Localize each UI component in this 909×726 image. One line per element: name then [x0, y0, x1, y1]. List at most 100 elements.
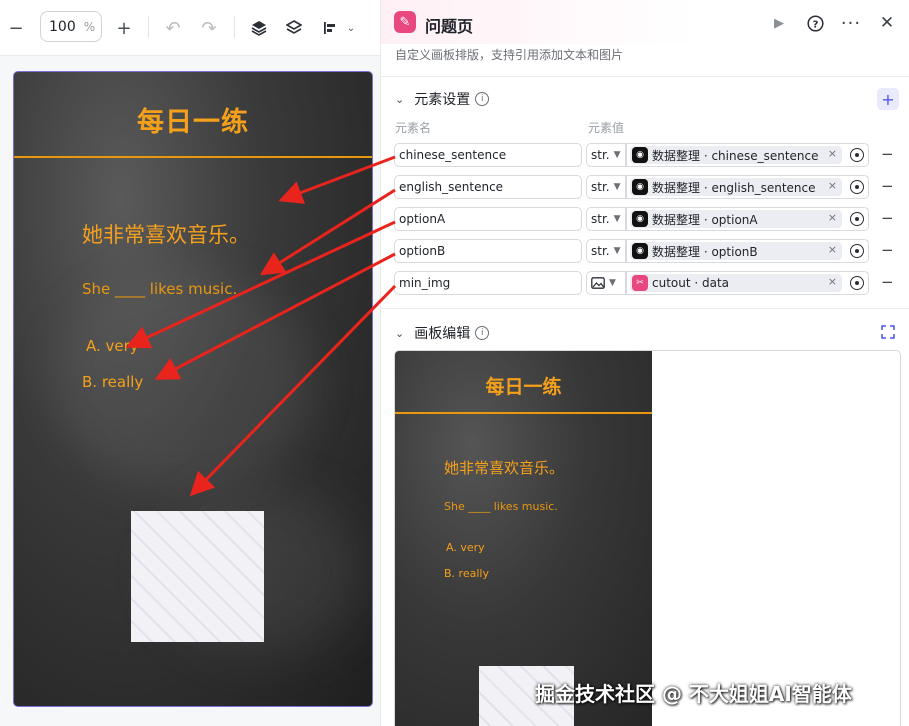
more-icon[interactable]: ··· — [840, 12, 862, 34]
preview-title: 每日一练 — [485, 376, 562, 398]
type-select[interactable]: str. ▼ — [586, 175, 626, 199]
chevron-down-icon[interactable]: ⌄ — [344, 14, 358, 42]
remove-icon[interactable]: × — [828, 211, 837, 224]
zoom-value: 100 — [49, 18, 76, 35]
element-name-input[interactable] — [394, 175, 582, 199]
zoom-unit: % — [83, 19, 96, 34]
target-icon[interactable] — [850, 148, 864, 162]
add-element-button[interactable]: + — [877, 88, 899, 110]
redo-icon[interactable]: ↷ — [198, 14, 220, 42]
canvas-preview[interactable]: 每日一练 她非常喜欢音乐。 She ____ likes music. A. v… — [394, 350, 901, 726]
canvas-section-header[interactable]: ⌄ 画板编辑 i — [395, 323, 490, 343]
reference-chip[interactable]: ◉ 数据整理 · chinese_sentence × — [630, 146, 842, 164]
image-placeholder[interactable] — [131, 511, 264, 642]
chevron-down-icon: ▼ — [609, 278, 616, 288]
canvas-editor: − 100 % + ↶ ↷ ⌄ 每日一练 她非常喜欢音乐。 She ____ l… — [0, 0, 380, 726]
play-icon[interactable]: ▶ — [768, 12, 790, 34]
info-icon[interactable]: i — [475, 92, 490, 106]
target-icon[interactable] — [850, 244, 864, 258]
reference-chip[interactable]: ◉ 数据整理 · optionA × — [630, 210, 842, 228]
canvas-option-b[interactable]: B. really — [82, 373, 143, 391]
zoom-out-button[interactable]: − — [6, 14, 26, 42]
node-icon: ◉ — [632, 243, 648, 259]
element-name-input[interactable] — [394, 207, 582, 231]
element-row: str.▼ ◉数据整理 · chinese_sentence× − — [381, 143, 909, 167]
edit-note-icon: ✎ — [394, 11, 416, 33]
remove-icon[interactable]: × — [828, 179, 837, 192]
remove-row-button[interactable]: − — [881, 273, 894, 291]
element-name-input[interactable] — [394, 143, 582, 167]
type-select[interactable]: ▼ — [586, 271, 626, 295]
section-title: 画板编辑 — [414, 326, 471, 342]
preview-option-a: A. very — [446, 541, 485, 554]
zoom-in-button[interactable]: + — [114, 14, 134, 42]
remove-row-button[interactable]: − — [881, 241, 894, 259]
preview-artboard: 每日一练 她非常喜欢音乐。 She ____ likes music. A. v… — [395, 351, 652, 726]
preview-english-sentence: She ____ likes music. — [444, 500, 558, 513]
image-type-icon — [591, 277, 605, 289]
remove-row-button[interactable]: − — [881, 209, 894, 227]
type-select[interactable]: str. ▼ — [586, 143, 626, 167]
reference-chip[interactable]: ✂ cutout · data × — [630, 274, 842, 292]
zoom-input[interactable]: 100 % — [40, 11, 102, 42]
reference-field[interactable]: ◉ 数据整理 · chinese_sentence × — [626, 143, 869, 167]
target-icon[interactable] — [850, 180, 864, 194]
column-header-value: 元素值 — [588, 121, 625, 135]
element-name-input[interactable] — [394, 271, 582, 295]
editor-toolbar: − 100 % + ↶ ↷ ⌄ — [0, 0, 380, 56]
canvas-english-sentence[interactable]: She ____ likes music. — [82, 280, 237, 298]
remove-row-button[interactable]: − — [881, 177, 894, 195]
canvas-chinese-sentence[interactable]: 她非常喜欢音乐。 — [82, 219, 250, 249]
info-icon[interactable]: i — [475, 326, 490, 340]
target-icon[interactable] — [850, 276, 864, 290]
reference-chip[interactable]: ◉ 数据整理 · english_sentence × — [630, 178, 842, 196]
reference-field[interactable]: ✂ cutout · data × — [626, 271, 869, 295]
undo-icon[interactable]: ↶ — [162, 14, 184, 42]
send-back-icon[interactable] — [283, 14, 305, 42]
divider — [381, 308, 909, 309]
elements-section-header[interactable]: ⌄ 元素设置 i — [395, 89, 490, 109]
chevron-down-icon: ▼ — [613, 182, 621, 192]
reference-field[interactable]: ◉ 数据整理 · optionB × — [626, 239, 869, 263]
close-icon[interactable]: ✕ — [876, 12, 898, 34]
reference-field[interactable]: ◉ 数据整理 · english_sentence × — [626, 175, 869, 199]
target-icon[interactable] — [850, 212, 864, 226]
node-icon: ◉ — [632, 211, 648, 227]
divider — [381, 76, 909, 77]
chevron-down-icon: ▼ — [613, 150, 621, 160]
element-row: str.▼ ◉数据整理 · optionB× − — [381, 239, 909, 263]
column-header-name: 元素名 — [395, 121, 432, 135]
chevron-down-icon: ▼ — [613, 246, 621, 256]
remove-row-button[interactable]: − — [881, 145, 894, 163]
preview-chinese-sentence: 她非常喜欢音乐。 — [444, 459, 565, 477]
element-row: str.▼ ◉数据整理 · optionA× − — [381, 207, 909, 231]
type-select[interactable]: str. ▼ — [586, 239, 626, 263]
canvas-title[interactable]: 每日一练 — [14, 100, 372, 139]
reference-chip[interactable]: ◉ 数据整理 · optionB × — [630, 242, 842, 260]
svg-text:?: ? — [812, 19, 818, 30]
canvas-option-a[interactable]: A. very — [86, 337, 139, 355]
preview-underline — [395, 412, 652, 414]
remove-icon[interactable]: × — [828, 147, 837, 160]
reference-field[interactable]: ◉ 数据整理 · optionA × — [626, 207, 869, 231]
section-title: 元素设置 — [414, 92, 471, 108]
toolbar-divider — [234, 16, 235, 38]
canvas-artboard[interactable]: 每日一练 她非常喜欢音乐。 She ____ likes music. A. v… — [13, 71, 373, 707]
remove-icon[interactable]: × — [828, 275, 837, 288]
panel-title: 问题页 — [425, 17, 474, 36]
remove-icon[interactable]: × — [828, 243, 837, 256]
title-underline — [14, 156, 372, 158]
type-select[interactable]: str. ▼ — [586, 207, 626, 231]
align-left-icon[interactable] — [322, 14, 338, 42]
cutout-node-icon: ✂ — [632, 275, 648, 291]
element-row: ▼ ✂cutout · data× − — [381, 271, 909, 295]
chevron-down-icon: ▼ — [613, 214, 621, 224]
expand-icon[interactable] — [881, 325, 895, 339]
panel-subtitle: 自定义画板排版，支持引用添加文本和图片 — [395, 48, 624, 62]
toolbar-divider — [148, 16, 149, 38]
help-icon[interactable]: ? — [804, 12, 826, 34]
bring-front-icon[interactable] — [248, 14, 270, 42]
chevron-down-icon: ⌄ — [395, 92, 405, 106]
watermark: 掘金技术社区 @ 不大姐姐AI智能体 — [535, 682, 852, 706]
element-name-input[interactable] — [394, 239, 582, 263]
